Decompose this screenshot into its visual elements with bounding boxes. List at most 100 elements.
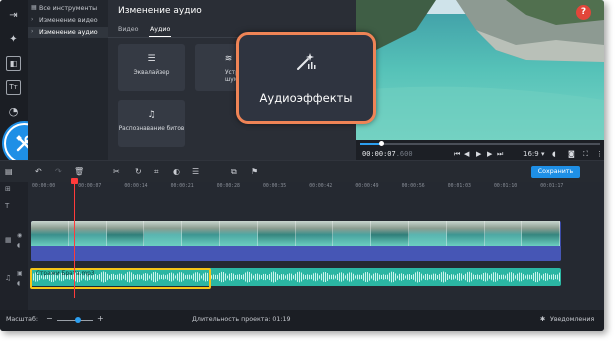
waveform-bar bbox=[453, 274, 454, 280]
waveform-bar bbox=[431, 274, 432, 280]
save-button[interactable]: Сохранить bbox=[531, 166, 580, 178]
more-icon[interactable]: ⋮ bbox=[596, 150, 603, 158]
snapshot-icon[interactable]: ◙ bbox=[568, 150, 575, 158]
waveform-bar bbox=[351, 272, 352, 282]
waveform-bar bbox=[363, 273, 364, 281]
waveform-bar bbox=[411, 274, 412, 280]
video-thumbnail bbox=[371, 221, 409, 246]
cut-icon[interactable]: ✂ bbox=[113, 167, 120, 176]
waveform-bar bbox=[359, 274, 360, 280]
preview-scrubber[interactable] bbox=[360, 141, 600, 146]
tab-audio[interactable]: Аудио bbox=[150, 26, 170, 33]
waveform-bar bbox=[463, 275, 464, 279]
visibility-icon[interactable]: ◉ bbox=[17, 232, 22, 239]
video-clip[interactable] bbox=[31, 221, 561, 261]
waveform-bar bbox=[515, 275, 516, 279]
waveform-bar bbox=[339, 272, 340, 282]
tab-video[interactable]: Видео bbox=[118, 26, 139, 33]
waveform-bar bbox=[493, 272, 494, 282]
audio-effects-callout[interactable]: Аудиоэффекты bbox=[236, 32, 376, 124]
bell-icon[interactable]: ✱ bbox=[540, 316, 545, 323]
waveform-bar bbox=[343, 273, 344, 281]
volume-icon[interactable]: ◖ bbox=[552, 150, 556, 158]
time-ruler[interactable]: 00:00:00 00:00:07 00:00:14 00:00:21 00:00:28… bbox=[28, 182, 604, 194]
insert-icon[interactable]: ⧉ bbox=[231, 167, 237, 177]
scrubber-handle[interactable] bbox=[379, 141, 384, 146]
color-adjust-icon[interactable]: ◐ bbox=[173, 167, 180, 176]
delete-icon[interactable]: 🗑 bbox=[74, 167, 84, 176]
waveform-bar bbox=[459, 273, 460, 281]
notifications-link[interactable]: Уведомления bbox=[550, 316, 594, 323]
waveform-bar bbox=[543, 273, 544, 281]
waveform-bar bbox=[241, 274, 242, 280]
aspect-ratio-select[interactable]: 16:9 ▾ bbox=[523, 150, 544, 158]
marker-icon[interactable]: ⚑ bbox=[251, 167, 258, 176]
waveform-bar bbox=[353, 273, 354, 281]
mute-icon[interactable]: ◖ bbox=[17, 242, 20, 249]
titles-icon[interactable]: Tт bbox=[6, 80, 21, 95]
audio-effects-wand-icon bbox=[297, 53, 316, 70]
waveform-bar bbox=[313, 273, 314, 281]
equalizer-icon: ☰ bbox=[147, 54, 156, 64]
add-track-icon[interactable]: ▤ bbox=[5, 167, 13, 176]
add-track-icon[interactable]: ⊞ bbox=[5, 185, 11, 193]
filters-icon[interactable]: ◔ bbox=[6, 104, 21, 119]
waveform-bar bbox=[439, 273, 440, 281]
waveform-bar bbox=[559, 272, 560, 282]
waveform-bar bbox=[329, 274, 330, 280]
zoom-in-icon[interactable]: + bbox=[97, 314, 104, 323]
waveform-bar bbox=[349, 272, 350, 282]
rotate-icon[interactable]: ↻ bbox=[135, 167, 142, 176]
preview-image bbox=[356, 0, 604, 140]
help-button[interactable]: ? bbox=[576, 5, 591, 20]
waveform-bar bbox=[283, 274, 284, 280]
waveform-bar bbox=[285, 275, 286, 279]
skip-end-icon[interactable]: ⏭ bbox=[497, 150, 503, 159]
waveform-bar bbox=[483, 273, 484, 281]
waveform-bar bbox=[249, 271, 250, 283]
waveform-bar bbox=[405, 275, 406, 279]
video-thumbnail bbox=[295, 221, 334, 246]
ruler-tick-label: 00:00:14 bbox=[124, 184, 148, 189]
waveform-bar bbox=[275, 272, 276, 282]
transitions-icon[interactable]: ◧ bbox=[6, 56, 21, 71]
equalizer-button[interactable]: ☰ Эквалайзер bbox=[118, 44, 185, 91]
play-icon[interactable]: ▶ bbox=[476, 150, 481, 158]
ruler-tick-label: 00:01:10 bbox=[494, 184, 518, 189]
magic-wand-icon[interactable]: ✦ bbox=[6, 32, 21, 47]
waveform-bar bbox=[545, 273, 546, 281]
edit-toolbar: ▤ ↶ ↷ 🗑 ✂ ↻ ⌗ ◐ ☰ ⧉ ⚑ Сохранить bbox=[0, 160, 604, 183]
ruler-tick-label: 00:00:21 bbox=[170, 184, 194, 189]
previous-frame-icon[interactable]: ◀ bbox=[464, 150, 469, 158]
track-controls: ⊞ T ▦ ◉ ◖ ♫ ▣ ◖ bbox=[0, 182, 28, 310]
zoom-out-icon[interactable]: − bbox=[46, 314, 53, 323]
fullscreen-icon[interactable]: ⛶ bbox=[583, 150, 588, 159]
menu-item-audio-editing[interactable]: › Изменение аудио bbox=[28, 27, 108, 38]
next-frame-icon[interactable]: ▶ bbox=[487, 150, 492, 158]
menu-item-video-editing[interactable]: › Изменение видео bbox=[28, 15, 108, 26]
menu-item-all-tools[interactable]: ▦ Все инструменты bbox=[28, 3, 108, 14]
video-audio-strip bbox=[31, 246, 561, 261]
waveform-bar bbox=[271, 272, 272, 282]
waveform-bar bbox=[413, 274, 414, 280]
lock-icon[interactable]: ▣ bbox=[17, 270, 23, 277]
import-icon[interactable]: ⇥ bbox=[6, 8, 21, 23]
waveform-bar bbox=[251, 273, 252, 281]
zoom-handle[interactable] bbox=[75, 317, 81, 323]
waveform-bar bbox=[389, 272, 390, 282]
audio-mute-icon[interactable]: ◖ bbox=[17, 280, 20, 287]
waveform-bar bbox=[337, 274, 338, 280]
waveform-bar bbox=[533, 273, 534, 281]
clip-properties-icon[interactable]: ☰ bbox=[192, 167, 199, 176]
waveform-bar bbox=[215, 274, 216, 280]
beat-detection-button[interactable]: ♫ Распознавание битов bbox=[118, 100, 185, 147]
playhead[interactable] bbox=[74, 180, 75, 298]
waveform-bar bbox=[521, 272, 522, 282]
skip-start-icon[interactable]: ⏮ bbox=[454, 150, 460, 159]
crop-icon[interactable]: ⌗ bbox=[154, 167, 159, 177]
waveform-bar bbox=[267, 275, 268, 279]
waveform-bar bbox=[529, 274, 530, 280]
redo-icon[interactable]: ↷ bbox=[55, 167, 62, 176]
waveform-bar bbox=[257, 273, 258, 281]
undo-icon[interactable]: ↶ bbox=[35, 167, 42, 176]
